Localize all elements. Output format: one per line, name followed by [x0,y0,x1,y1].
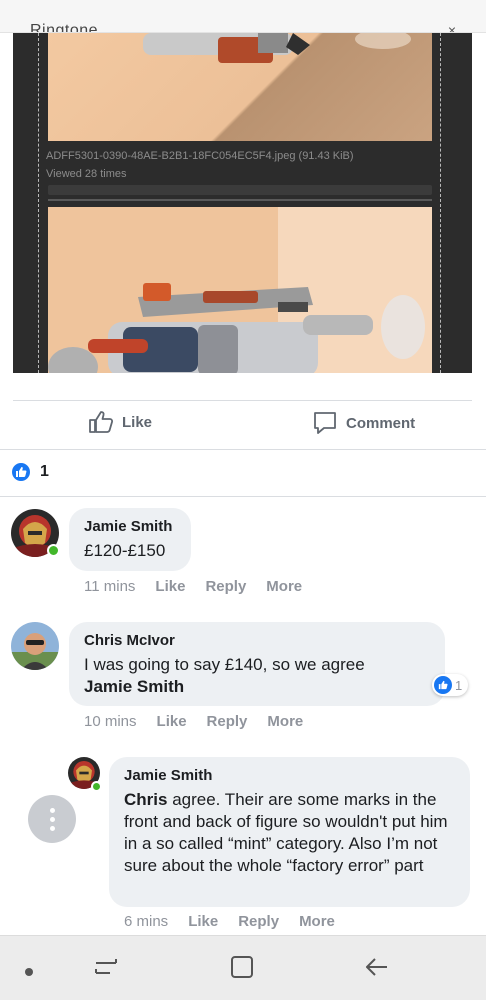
like-label: Like [122,413,153,431]
comment-reply-button[interactable]: Reply [205,578,246,595]
online-status-indicator [91,781,102,792]
comment-author[interactable]: Jamie Smith [124,767,212,784]
reaction-count: 1 [40,463,49,480]
comment-bubble[interactable]: Chris McIvor I was going to say £140, so… [69,622,445,706]
like-reaction-icon [10,461,32,483]
like-reaction-icon [434,676,452,694]
comment-button[interactable]: Comment [312,410,415,436]
more-dots-icon-dot [49,816,55,822]
photo-border-right [440,33,441,373]
comment-bubble[interactable]: Jamie Smith Chris agree. Their are some … [109,757,470,907]
like-button[interactable]: Like [88,410,152,434]
photo-caption-views: Viewed 28 times [46,168,127,180]
photo-separator [48,185,432,195]
system-navigation-bar [0,935,486,1000]
comment-meta: 10 mins Like Reply More [84,713,303,730]
reaction-summary[interactable]: 1 [10,461,49,483]
online-status-indicator [47,544,60,557]
more-dots-icon [49,807,55,813]
comment-meta: 11 mins Like Reply More [84,578,302,595]
close-icon[interactable]: × [448,22,456,32]
divider-middle [0,449,486,450]
comment-text: Chris agree. Their are some marks in the… [124,789,459,877]
comment-time[interactable]: 11 mins [84,578,135,595]
comment-time[interactable]: 10 mins [84,713,137,730]
comment-text: I was going to say £140, so we agree Jam… [84,654,434,698]
comment-author[interactable]: Jamie Smith [84,518,172,535]
comment-bubble[interactable]: Jamie Smith £120-£150 [69,508,191,571]
comment-more-button[interactable]: More [266,578,302,595]
divider-top [13,400,472,401]
photo-separator-line [48,199,432,201]
photo-caption-filename: ADFF5301-0390-48AE-B2B1-18FC054EC5F4.jpe… [46,150,354,162]
comment-author[interactable]: Chris McIvor [84,632,175,649]
comment-more-button[interactable]: More [267,713,303,730]
more-dots-button[interactable] [28,795,76,843]
comment-text: £120-£150 [84,541,166,560]
recent-apps-icon[interactable] [93,954,119,985]
comment-time[interactable]: 6 mins [124,913,168,930]
back-icon[interactable] [364,954,390,985]
post-photos[interactable]: ADFF5301-0390-48AE-B2B1-18FC054EC5F4.jpe… [13,33,472,373]
comment-meta: 6 mins Like Reply More [124,913,335,930]
photo-top[interactable] [48,33,432,141]
header-title: Ringtone [30,22,99,33]
comment-more-button[interactable]: More [299,913,335,930]
photo-bottom[interactable] [48,207,432,373]
comment-text-body: agree. Their are some marks in the front… [124,790,448,875]
comment-reply-button[interactable]: Reply [207,713,248,730]
comment-like-button[interactable]: Like [188,913,218,930]
comment-like-button[interactable]: Like [157,713,187,730]
comment-text-body: I was going to say £140, so we agree [84,655,365,674]
thumbs-up-icon [88,410,114,434]
photo-border-left [38,33,39,373]
comment-like-button[interactable]: Like [155,578,185,595]
comment-mention[interactable]: Jamie Smith [84,677,184,696]
comment-icon [312,410,338,436]
top-header: Ringtone × [0,0,486,33]
avatar-chris-mcivor[interactable] [11,622,59,670]
divider-comments [0,496,486,497]
comment-reply-button[interactable]: Reply [238,913,279,930]
comment-label: Comment [346,414,416,432]
comment-mention[interactable]: Chris [124,790,167,809]
more-dots-icon-dot [49,825,55,831]
comment-reaction[interactable]: 1 [432,674,469,696]
assistant-dot-icon[interactable] [24,964,34,982]
home-icon[interactable] [229,954,255,985]
comment-reaction-count: 1 [455,677,463,693]
